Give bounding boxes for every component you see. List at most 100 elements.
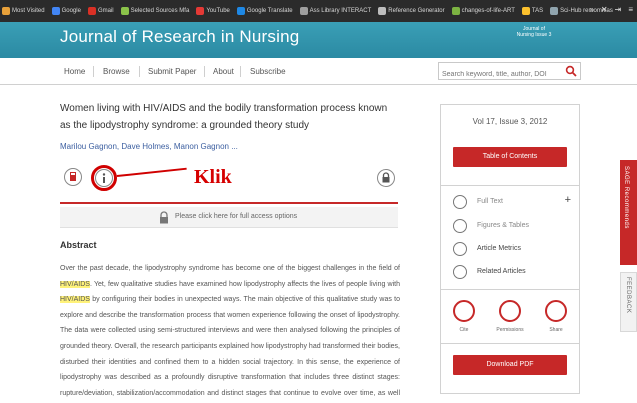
image-icon bbox=[453, 219, 467, 233]
permissions-icon[interactable] bbox=[499, 300, 521, 322]
bookmark-label: Ass Library INTERACT bbox=[309, 8, 372, 14]
sidebar-item-label: Full Text bbox=[477, 198, 503, 205]
bookmark-icon bbox=[120, 7, 129, 15]
bookmarks-bar: Most Visited Google Gmail Selected Sourc… bbox=[0, 0, 637, 22]
menu-icon[interactable]: ≡ bbox=[628, 5, 633, 15]
journal-logo: Journal of Nursing Issue 3 bbox=[516, 26, 552, 38]
bookmark-most-visited[interactable]: Most Visited bbox=[2, 7, 45, 15]
nav-separator bbox=[93, 66, 94, 77]
download-pdf-button[interactable]: Download PDF bbox=[453, 355, 567, 375]
divider bbox=[60, 202, 398, 204]
bookmark-label: changes-of-life-ART bbox=[461, 8, 515, 14]
sidebar-item-label: Related Articles bbox=[477, 268, 526, 275]
extension-icon[interactable]: ⇥ bbox=[615, 5, 622, 15]
cite-label[interactable]: Cite bbox=[444, 327, 484, 333]
nav-home[interactable]: Home bbox=[64, 67, 85, 77]
google-icon bbox=[51, 7, 60, 15]
pdf-tool-button[interactable] bbox=[64, 168, 82, 186]
nav-subscribe[interactable]: Subscribe bbox=[250, 67, 286, 77]
bookmark-selected-sources[interactable]: Selected Sources Mfa bbox=[120, 7, 190, 15]
bookmark-label: YouTube bbox=[206, 8, 230, 14]
search-icon[interactable] bbox=[565, 65, 577, 77]
close-icon[interactable]: ✕ bbox=[601, 5, 608, 15]
sidebar-divider bbox=[441, 343, 579, 344]
cite-icon[interactable] bbox=[453, 300, 475, 322]
site-nav: Home Browse Submit Paper About Subscribe bbox=[0, 58, 637, 85]
bookmark-icon bbox=[2, 7, 10, 15]
pdf-icon bbox=[70, 172, 76, 181]
bookmark-reference-generator[interactable]: Reference Generator bbox=[378, 7, 445, 15]
annotation-circle bbox=[91, 165, 117, 191]
nav-about[interactable]: About bbox=[213, 67, 234, 77]
journal-banner: Journal of Research in Nursing Journal o… bbox=[0, 22, 637, 58]
gmail-icon bbox=[87, 7, 96, 15]
bookmark-label: Most Visited bbox=[12, 8, 45, 14]
search-input[interactable] bbox=[439, 66, 563, 83]
table-of-contents-button[interactable]: Table of Contents bbox=[453, 147, 567, 167]
abstract-text: Over the past decade, the lipodystrophy … bbox=[60, 265, 400, 272]
bookmark-changes-of-life[interactable]: changes-of-life-ART bbox=[451, 7, 515, 15]
permissions-label[interactable]: Permissions bbox=[490, 327, 530, 333]
bookmark-icon bbox=[550, 7, 559, 15]
sidebar-divider bbox=[441, 289, 579, 290]
abstract-highlight: HIV/AIDS bbox=[60, 296, 90, 304]
sidebar-item-label: Figures & Tables bbox=[477, 222, 530, 229]
bookmark-gmail[interactable]: Gmail bbox=[87, 7, 114, 15]
sage-recommends-label: SAGE Recommends bbox=[623, 166, 629, 229]
feedback-label: FEEDBACK bbox=[625, 277, 631, 314]
bookmark-youtube[interactable]: YouTube bbox=[196, 7, 230, 15]
abstract-text: by configuring their bodies in unexpecte… bbox=[60, 296, 400, 397]
share-icon[interactable] bbox=[545, 300, 567, 322]
bookmark-icon bbox=[299, 7, 308, 15]
translate-icon bbox=[236, 7, 245, 15]
document-icon bbox=[453, 195, 467, 209]
article-sidebar: Vol 17, Issue 3, 2012 Table of Contents … bbox=[440, 104, 580, 394]
bookmark-google[interactable]: Google bbox=[51, 7, 81, 15]
sidebar-item-figures[interactable]: Figures & Tables bbox=[453, 219, 573, 235]
nav-browse[interactable]: Browse bbox=[103, 67, 130, 77]
bookmark-google-translate[interactable]: Google Translate bbox=[236, 7, 293, 15]
access-options-text[interactable]: Please click here for full access option… bbox=[175, 213, 297, 220]
nav-separator bbox=[204, 66, 205, 77]
bookmark-icon bbox=[378, 7, 387, 15]
bookmark-label: Selected Sources Mfa bbox=[130, 8, 190, 14]
related-icon bbox=[453, 265, 467, 279]
bookmark-label: Gmail bbox=[97, 8, 114, 14]
access-options-bar[interactable]: Please click here for full access option… bbox=[60, 207, 398, 228]
abstract-body: Over the past decade, the lipodystrophy … bbox=[60, 261, 400, 403]
sidebar-item-metrics[interactable]: Article Metrics bbox=[453, 242, 573, 258]
volume-issue[interactable]: Vol 17, Issue 3, 2012 bbox=[441, 117, 579, 126]
annotation-label: Klik bbox=[194, 166, 232, 188]
bookmark-label: Google bbox=[61, 8, 81, 14]
bookmark-tas[interactable]: TAS bbox=[521, 7, 544, 15]
nav-separator bbox=[139, 66, 140, 77]
metrics-icon bbox=[453, 242, 467, 256]
bookmark-icon bbox=[521, 7, 530, 15]
bookmark-library[interactable]: Ass Library INTERACT bbox=[299, 7, 372, 15]
search-box bbox=[438, 62, 581, 83]
nav-separator bbox=[240, 66, 241, 77]
expand-icon[interactable]: + bbox=[565, 194, 571, 206]
youtube-icon bbox=[196, 7, 205, 15]
abstract-heading: Abstract bbox=[60, 240, 97, 250]
more-bookmarks-icon[interactable]: » bbox=[589, 5, 593, 15]
sidebar-item-full-text[interactable]: Full Text + bbox=[453, 194, 573, 211]
feedback-tab[interactable]: FEEDBACK bbox=[620, 272, 637, 332]
sidebar-item-related[interactable]: Related Articles bbox=[453, 265, 573, 281]
bookmark-label: Google Translate bbox=[246, 8, 293, 14]
bookmark-icon bbox=[451, 7, 460, 15]
browser-toolbar-icons: » ✕ ⇥ ≡ bbox=[589, 5, 633, 15]
sidebar-item-label: Article Metrics bbox=[477, 245, 521, 252]
share-label[interactable]: Share bbox=[536, 327, 576, 333]
journal-title[interactable]: Journal of Research in Nursing bbox=[60, 27, 299, 47]
annotation-line bbox=[116, 167, 187, 177]
sage-recommends-tab[interactable]: SAGE Recommends bbox=[620, 160, 637, 265]
access-lock-button[interactable] bbox=[377, 169, 395, 187]
nav-submit-paper[interactable]: Submit Paper bbox=[148, 67, 196, 77]
article-authors[interactable]: Marilou Gagnon, Dave Holmes, Manon Gagno… bbox=[60, 142, 238, 151]
bookmark-label: TAS bbox=[531, 8, 544, 14]
bookmark-label: Reference Generator bbox=[388, 8, 445, 14]
abstract-text: . Yet, few qualitative studies have exam… bbox=[89, 280, 400, 288]
article-title: Women living with HIV/AIDS and the bodil… bbox=[60, 103, 388, 131]
lock-icon bbox=[160, 211, 168, 224]
